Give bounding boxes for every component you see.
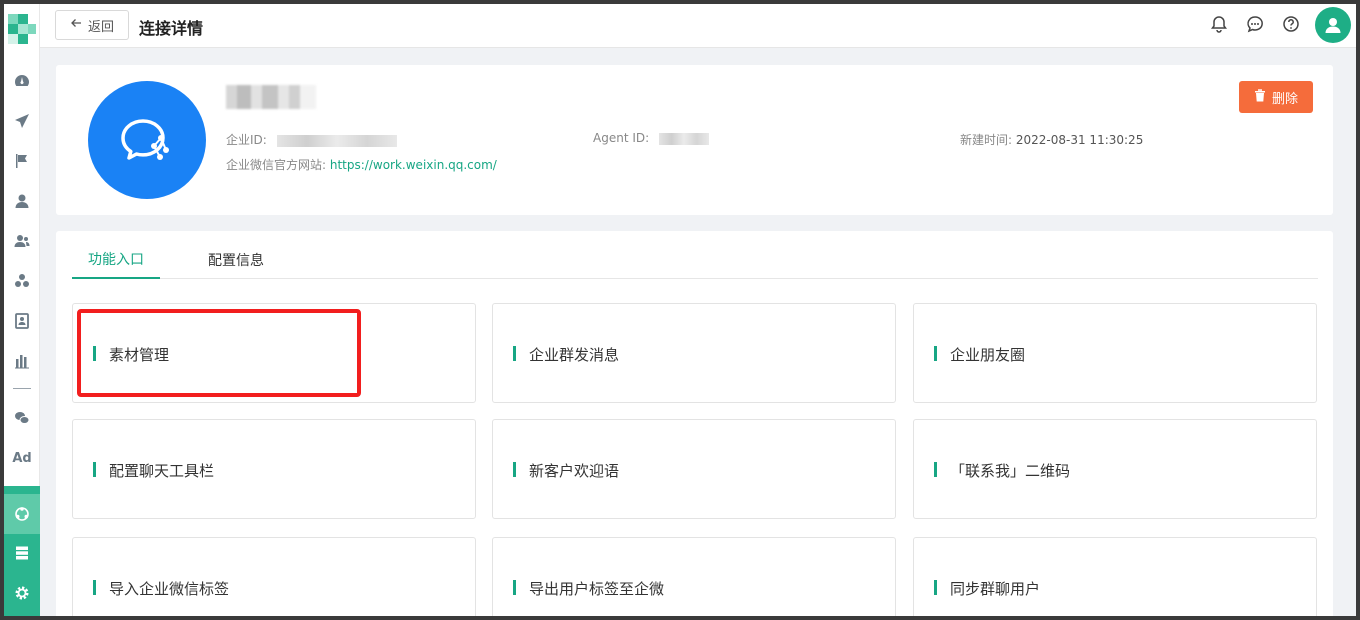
tab-config[interactable]: 配置信息	[192, 241, 280, 279]
feature-import-tags[interactable]: 导入企业微信标签	[72, 537, 476, 616]
accent-bar	[934, 346, 937, 361]
tab-bar: 功能入口 配置信息	[72, 241, 1318, 279]
page-title: 连接详情	[139, 19, 204, 38]
chat-icon[interactable]	[1246, 15, 1266, 35]
back-button[interactable]: 返回	[55, 10, 129, 40]
feature-label: 配置聊天工具栏	[109, 462, 215, 480]
created-value: 2022-08-31 11:30:25	[1015, 133, 1144, 147]
flag-icon[interactable]	[4, 143, 40, 179]
agent-id-label: Agent ID:	[593, 131, 650, 145]
delete-label: 删除	[1271, 91, 1298, 107]
redacted-agent-id	[658, 132, 709, 145]
connection-header-card: 企业ID: Agent ID: 新建时间: 2022-08-31 11:30:2…	[56, 65, 1333, 215]
feature-chat-toolbar[interactable]: 配置聊天工具栏	[72, 419, 476, 519]
website-field: 企业微信官方网站: https://work.weixin.qq.com/	[226, 156, 497, 173]
feature-export-tags[interactable]: 导出用户标签至企微	[492, 537, 896, 616]
feature-label: 素材管理	[109, 346, 170, 364]
feature-sync-group-users[interactable]: 同步群聊用户	[913, 537, 1317, 616]
feature-label: 同步群聊用户	[950, 580, 1041, 598]
created-time-field: 新建时间: 2022-08-31 11:30:25	[960, 131, 1143, 148]
connection-icon[interactable]	[4, 496, 40, 532]
team-icon[interactable]	[4, 263, 40, 299]
ad-icon[interactable]: Ad	[4, 440, 40, 476]
delete-button[interactable]: 删除	[1239, 81, 1313, 113]
send-icon[interactable]	[4, 103, 40, 139]
back-label: 返回	[87, 19, 114, 35]
accent-bar	[93, 580, 96, 595]
sidebar-divider	[13, 388, 31, 389]
accent-bar	[513, 580, 516, 595]
website-label: 企业微信官方网站:	[226, 158, 327, 172]
server-icon[interactable]	[4, 535, 40, 571]
accent-bar	[93, 346, 96, 361]
feature-label: 新客户欢迎语	[529, 462, 620, 480]
feature-material-management[interactable]: 素材管理	[72, 303, 476, 403]
features-card: 功能入口 配置信息 素材管理 企业群发消息 企业朋友圈 配置聊天工具栏 新客户欢…	[56, 231, 1333, 616]
dashboard-icon[interactable]	[4, 63, 40, 99]
bar-chart-icon[interactable]	[4, 343, 40, 379]
contact-card-icon[interactable]	[4, 303, 40, 339]
corp-id-field: 企业ID:	[226, 131, 397, 148]
user-icon[interactable]	[4, 183, 40, 219]
corp-id-label: 企业ID:	[226, 133, 267, 147]
redacted-app-name	[226, 85, 316, 109]
bell-icon[interactable]	[1210, 15, 1230, 35]
agent-id-field: Agent ID:	[593, 131, 709, 145]
top-bar: 返回 连接详情	[40, 4, 1356, 48]
feature-label: 企业朋友圈	[950, 346, 1026, 364]
wechat-icon[interactable]	[4, 400, 40, 436]
feature-label: 「联系我」二维码	[950, 462, 1071, 480]
accent-bar	[513, 462, 516, 477]
feature-moments[interactable]: 企业朋友圈	[913, 303, 1317, 403]
settings-icon[interactable]	[4, 575, 40, 611]
redacted-corp-id	[276, 134, 397, 147]
created-label: 新建时间:	[960, 133, 1013, 147]
feature-contact-me-qrcode[interactable]: 「联系我」二维码	[913, 419, 1317, 519]
feature-label: 导入企业微信标签	[109, 580, 230, 598]
feature-welcome-message[interactable]: 新客户欢迎语	[492, 419, 896, 519]
user-group-icon[interactable]	[4, 223, 40, 259]
app-logo	[4, 10, 36, 48]
trash-icon	[1254, 88, 1266, 106]
user-avatar-icon[interactable]	[1315, 7, 1351, 43]
accent-bar	[934, 462, 937, 477]
accent-bar	[93, 462, 96, 477]
website-link[interactable]: https://work.weixin.qq.com/	[330, 158, 497, 172]
accent-bar	[934, 580, 937, 595]
app-window: Ad 返回 连接详情 企业ID: Agent ID: 新建时间: 2022-08…	[4, 4, 1356, 616]
feature-label: 企业群发消息	[529, 346, 620, 364]
feature-group-message[interactable]: 企业群发消息	[492, 303, 896, 403]
sidebar: Ad	[4, 4, 40, 616]
wecom-logo-icon	[88, 81, 206, 199]
arrow-left-icon	[70, 17, 82, 33]
feature-label: 导出用户标签至企微	[529, 580, 665, 598]
help-icon[interactable]	[1282, 15, 1302, 35]
tab-features[interactable]: 功能入口	[72, 241, 160, 279]
accent-bar	[513, 346, 516, 361]
